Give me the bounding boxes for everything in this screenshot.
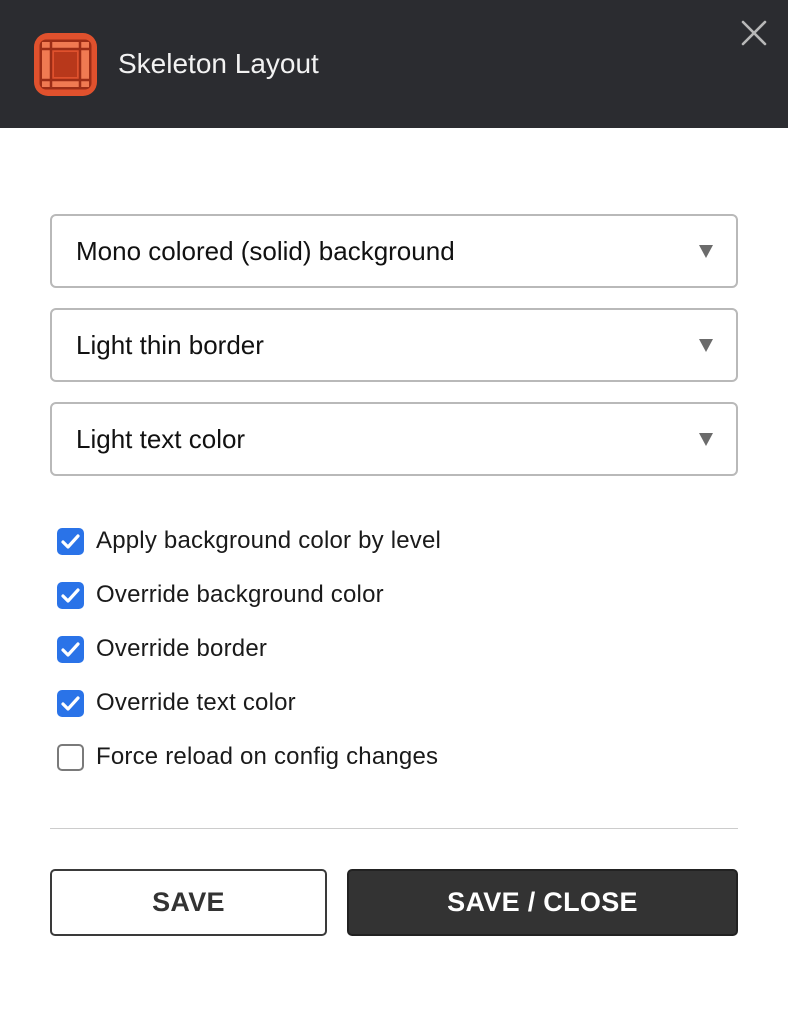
override-background-option[interactable]: Override background color: [57, 576, 657, 612]
option-label: Override text color: [96, 689, 296, 716]
checkmark-icon: [61, 696, 80, 711]
option-label: Force reload on config changes: [96, 743, 439, 770]
checkbox-checked[interactable]: [57, 582, 84, 609]
option-label: Override border: [96, 635, 268, 662]
chevron-down-icon: [699, 339, 713, 352]
border-style-select[interactable]: Light thin border: [50, 308, 738, 382]
text-color-value: Light text color: [76, 424, 246, 454]
border-style-value: Light thin border: [76, 330, 264, 360]
checkmark-icon: [61, 588, 80, 603]
save-close-button[interactable]: SAVE / CLOSE: [347, 869, 738, 936]
divider: [50, 828, 738, 829]
chevron-down-icon: [699, 245, 713, 258]
option-label: Override background color: [96, 581, 384, 608]
save-button[interactable]: SAVE: [50, 869, 327, 936]
checkmark-icon: [61, 534, 80, 549]
chevron-down-icon: [699, 433, 713, 446]
background-style-value: Mono colored (solid) background: [76, 236, 455, 266]
apply-background-by-level-option[interactable]: Apply background color by level: [57, 522, 657, 558]
dialog-title: Skeleton Layout: [118, 48, 319, 79]
override-text-color-option[interactable]: Override text color: [57, 684, 657, 720]
text-color-select[interactable]: Light text color: [50, 402, 738, 476]
grid-layout-icon: [34, 33, 97, 96]
checkbox-checked[interactable]: [57, 636, 84, 663]
close-icon[interactable]: [740, 19, 768, 47]
option-label: Apply background color by level: [96, 527, 442, 554]
background-style-select[interactable]: Mono colored (solid) background: [50, 214, 738, 288]
checkbox-checked[interactable]: [57, 528, 84, 555]
checkbox-checked[interactable]: [57, 690, 84, 717]
override-border-option[interactable]: Override border: [57, 630, 657, 666]
checkbox-unchecked[interactable]: [57, 744, 84, 771]
checkmark-icon: [61, 642, 80, 657]
dialog-header: Skeleton Layout: [0, 0, 788, 128]
force-reload-option[interactable]: Force reload on config changes: [57, 738, 657, 774]
